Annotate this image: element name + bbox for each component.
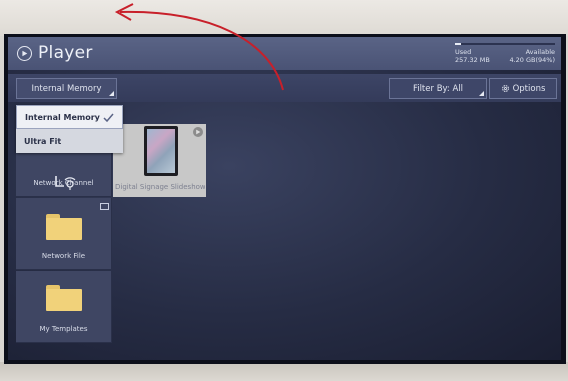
check-icon (103, 113, 114, 123)
dropdown-corner-icon (479, 91, 484, 96)
header-bar: Player Used Available 257.32 MB 4.20 GB(… (8, 37, 561, 70)
used-label: Used (455, 48, 472, 56)
title-area: Player (17, 43, 93, 63)
available-label: Available (525, 48, 555, 56)
filter-label: Filter By: All (412, 83, 464, 94)
options-label: Options (512, 83, 546, 94)
memory-dropdown-menu: Internal Memory Ultra Fit (16, 105, 123, 153)
dropdown-option-ultra-fit[interactable]: Ultra Fit (16, 129, 123, 153)
page-title: Player (38, 43, 93, 63)
play-icon (17, 45, 32, 61)
content-item[interactable]: Digital Signage Slideshow... (113, 124, 206, 197)
dropdown-option-label: Internal Memory (25, 112, 100, 122)
dropdown-option-label: Ultra Fit (24, 136, 62, 146)
dropdown-corner-icon (109, 91, 114, 96)
toolbar: Internal Memory Filter By: All Options (8, 74, 561, 102)
sidebar-item-network-file[interactable]: Network File (16, 198, 112, 270)
memory-select[interactable]: Internal Memory (16, 78, 117, 99)
options-button[interactable]: Options (489, 78, 557, 99)
content-thumbnail (144, 126, 178, 176)
play-badge-icon (193, 127, 203, 137)
gear-icon (501, 85, 509, 92)
folder-icon (46, 285, 82, 311)
storage-bar-fill (455, 43, 461, 45)
photo-surround-bottom (0, 362, 568, 381)
sidebar-item-label: Network Channel (33, 179, 94, 187)
monitor-icon (100, 203, 109, 210)
player-screen: Player Used Available 257.32 MB 4.20 GB(… (8, 37, 561, 360)
content-item-label: Digital Signage Slideshow... (115, 183, 205, 191)
photo-surround-top (0, 0, 568, 36)
storage-bar (455, 43, 555, 45)
available-value: 4.20 GB(94%) (509, 56, 555, 64)
folder-icon (46, 214, 82, 240)
memory-select-label: Internal Memory (31, 83, 102, 94)
sidebar-item-label: My Templates (39, 325, 88, 333)
dropdown-option-internal-memory[interactable]: Internal Memory (16, 105, 123, 129)
filter-button[interactable]: Filter By: All (389, 78, 487, 99)
used-value: 257.32 MB (455, 56, 490, 64)
sidebar-item-my-templates[interactable]: My Templates (16, 271, 112, 343)
sidebar-item-label: Network File (41, 252, 86, 260)
